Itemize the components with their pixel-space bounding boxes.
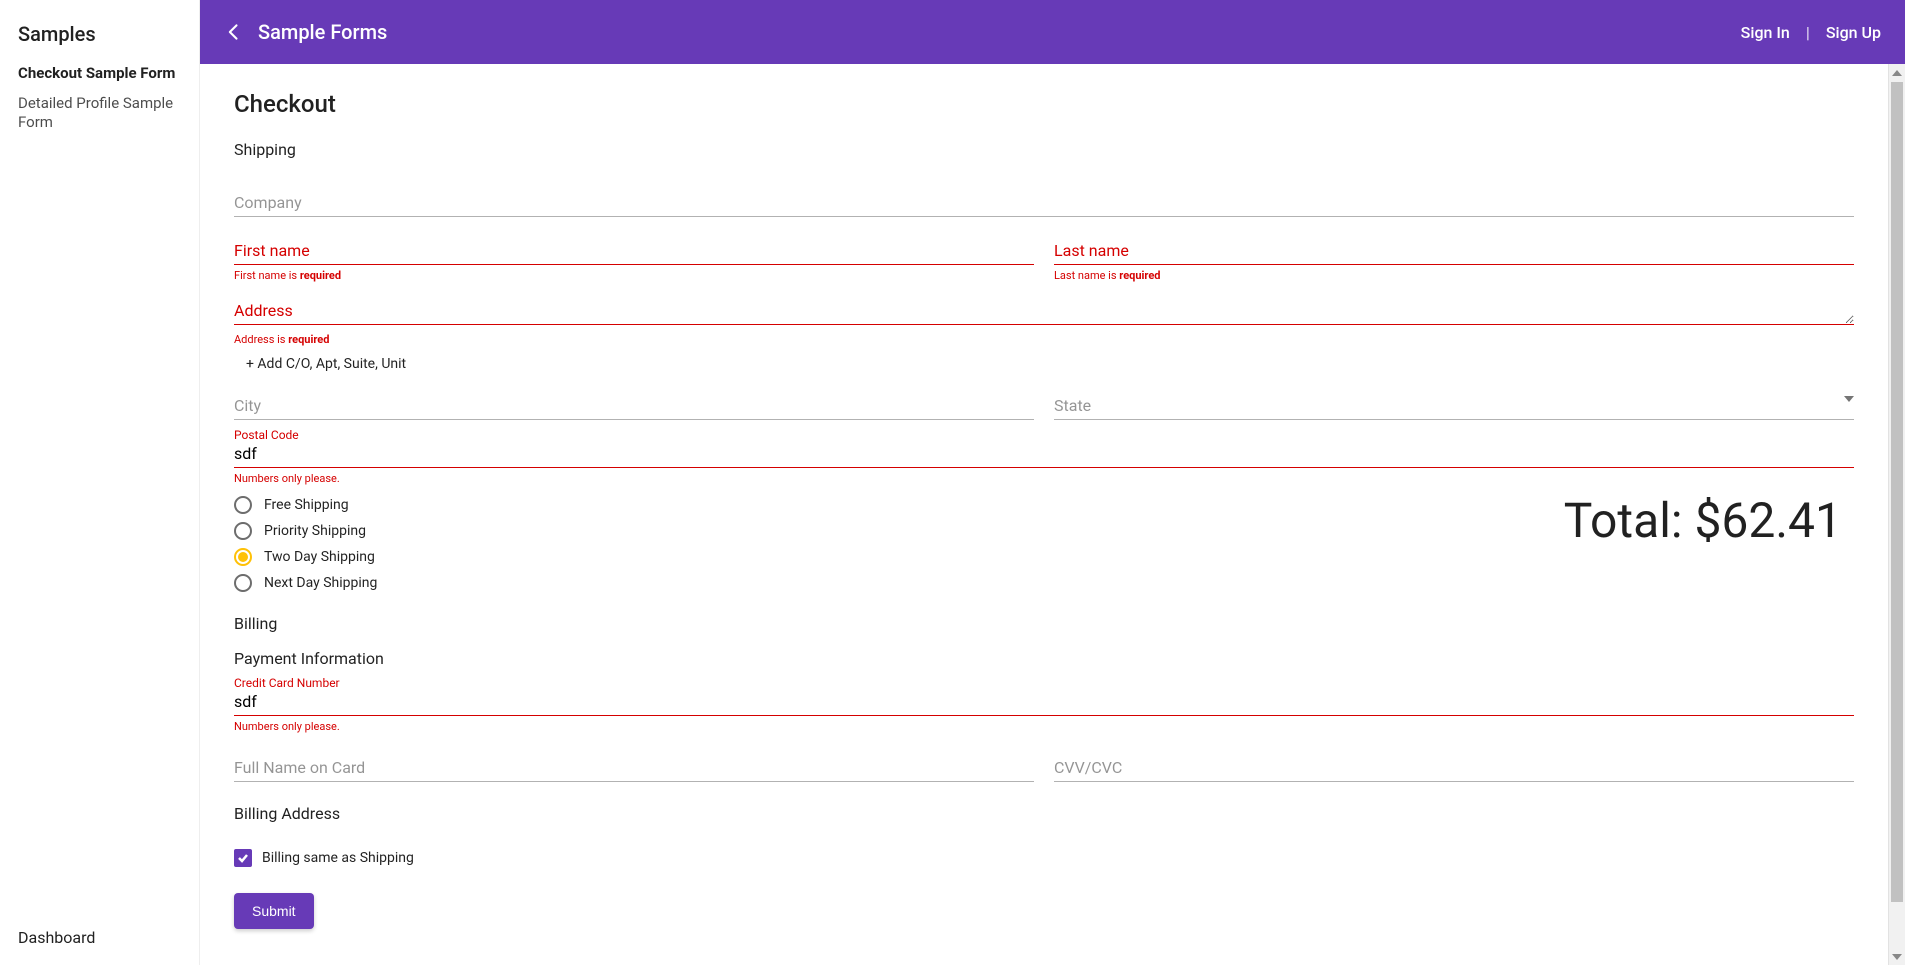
last-name-field: Last name xyxy=(1054,235,1854,265)
scroll-down-icon[interactable] xyxy=(1889,948,1905,965)
postal-error: Numbers only please. xyxy=(234,472,1854,486)
radio-label: Priority Shipping xyxy=(264,523,366,539)
city-field: City xyxy=(234,390,1034,420)
scrollbar[interactable] xyxy=(1888,64,1905,965)
last-name-input[interactable] xyxy=(1054,235,1854,265)
postal-input[interactable] xyxy=(234,438,1854,468)
add-address-line[interactable]: + Add C/O, Apt, Suite, Unit xyxy=(234,348,1854,372)
signin-link[interactable]: Sign In xyxy=(1741,23,1790,42)
scrollbar-thumb[interactable] xyxy=(1891,82,1903,902)
billing-section-title: Billing xyxy=(222,602,1866,643)
sidebar-dashboard-link[interactable]: Dashboard xyxy=(0,910,199,965)
state-field: State xyxy=(1054,390,1854,420)
sidebar-item-checkout[interactable]: Checkout Sample Form xyxy=(0,64,199,94)
first-name-error: First name is required xyxy=(234,269,1034,283)
first-name-field: First name xyxy=(234,235,1034,265)
cc-number-error: Numbers only please. xyxy=(234,720,1854,734)
order-total: Total: $62.41 xyxy=(1564,492,1842,549)
topbar-title: Sample Forms xyxy=(258,20,1741,44)
cc-cvv-input[interactable] xyxy=(1054,752,1854,782)
billing-same-checkbox[interactable]: Billing same as Shipping xyxy=(234,849,1854,867)
sidebar-title: Samples xyxy=(0,0,199,64)
radio-icon xyxy=(234,496,252,514)
radio-icon xyxy=(234,548,252,566)
first-name-input[interactable] xyxy=(234,235,1034,265)
submit-button[interactable]: Submit xyxy=(234,893,314,929)
city-input[interactable] xyxy=(234,390,1034,420)
billing-same-label: Billing same as Shipping xyxy=(262,850,414,866)
address-input[interactable] xyxy=(234,295,1854,325)
back-icon[interactable] xyxy=(224,22,244,42)
radio-icon xyxy=(234,574,252,592)
content: Checkout Shipping Company First name xyxy=(200,64,1905,965)
billing-address-title: Billing Address xyxy=(222,782,1866,833)
radio-label: Next Day Shipping xyxy=(264,575,377,591)
signup-link[interactable]: Sign Up xyxy=(1826,23,1881,42)
main: Sample Forms Sign In | Sign Up Checkout … xyxy=(200,0,1905,965)
company-input[interactable] xyxy=(234,187,1854,217)
address-field: Address xyxy=(234,295,1854,329)
cc-name-field: Full Name on Card xyxy=(234,752,1034,782)
sidebar-items: Checkout Sample Form Detailed Profile Sa… xyxy=(0,64,199,910)
checkbox-icon xyxy=(234,849,252,867)
sidebar-item-label: Checkout Sample Form xyxy=(18,64,175,82)
payment-info-title: Payment Information xyxy=(222,643,1866,678)
cc-number-field: Credit Card Number xyxy=(234,686,1854,716)
address-error: Address is required xyxy=(234,333,1854,347)
cc-cvv-field: CVV/CVC xyxy=(1054,752,1854,782)
cc-number-input[interactable] xyxy=(234,686,1854,716)
sidebar-item-detailed-profile[interactable]: Detailed Profile Sample Form xyxy=(0,94,199,143)
shipping-section-title: Shipping xyxy=(222,128,1866,169)
postal-field: Postal Code xyxy=(234,438,1854,468)
radio-icon xyxy=(234,522,252,540)
company-field: Company xyxy=(234,187,1854,217)
state-select[interactable] xyxy=(1054,390,1854,420)
last-name-error: Last name is required xyxy=(1054,269,1854,283)
page-title: Checkout xyxy=(222,76,1866,128)
scroll-up-icon[interactable] xyxy=(1889,64,1905,81)
cc-name-input[interactable] xyxy=(234,752,1034,782)
sidebar: Samples Checkout Sample Form Detailed Pr… xyxy=(0,0,200,965)
topbar-links: Sign In | Sign Up xyxy=(1741,23,1881,42)
radio-next-day-shipping[interactable]: Next Day Shipping xyxy=(234,570,1854,596)
sidebar-item-label: Detailed Profile Sample Form xyxy=(18,94,173,132)
radio-label: Two Day Shipping xyxy=(264,549,375,565)
topbar: Sample Forms Sign In | Sign Up xyxy=(200,0,1905,64)
topbar-divider: | xyxy=(1806,23,1810,42)
checkout-card: Checkout Shipping Company First name xyxy=(222,76,1866,943)
radio-label: Free Shipping xyxy=(264,497,349,513)
